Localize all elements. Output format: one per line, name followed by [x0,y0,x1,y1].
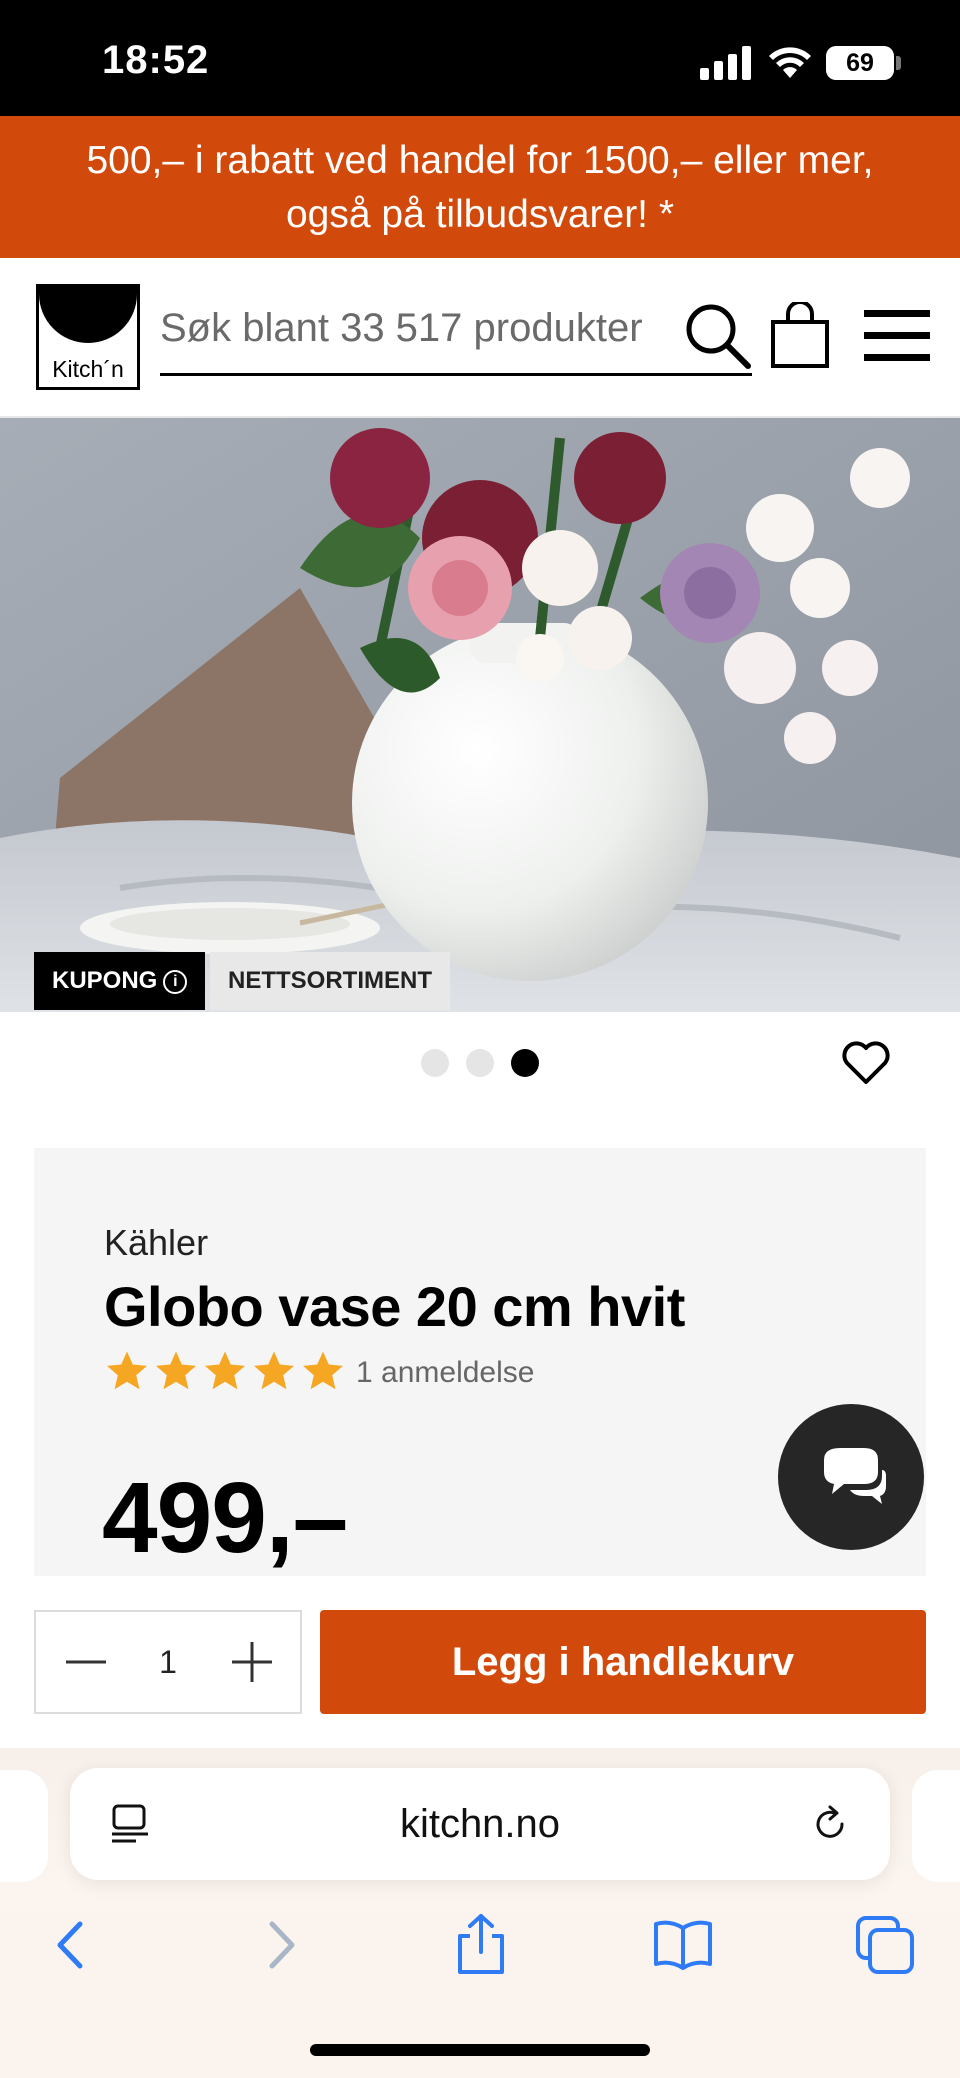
product-price: 499,– [102,1462,348,1574]
status-time: 18:52 [102,38,210,82]
star-icon [205,1351,245,1390]
search-field[interactable] [160,280,752,376]
star-icon [303,1351,343,1390]
carousel-dot-1[interactable] [421,1049,449,1077]
plus-icon[interactable] [220,1630,284,1694]
search-input[interactable] [160,298,680,358]
cellular-signal-icon [700,46,751,80]
search-icon[interactable] [682,300,752,370]
product-image[interactable] [0,418,960,1012]
battery-icon: 69 [826,46,894,80]
share-icon[interactable] [448,1912,514,1978]
status-bar: 18:52 69 [0,0,960,116]
product-brand[interactable]: Kähler [104,1222,208,1264]
star-icon [156,1351,196,1390]
bookmarks-icon[interactable] [650,1912,716,1978]
product-title: Globo vase 20 cm hvit [104,1275,685,1338]
battery-tip [896,56,901,70]
browser-toolbar: kitchn.no [0,1748,960,2078]
minus-icon[interactable] [54,1630,118,1694]
reload-icon[interactable] [808,1802,852,1846]
previous-tab-preview[interactable] [0,1770,48,1882]
add-to-cart-button[interactable]: Legg i handlekurv [320,1610,926,1714]
site-header: Kitch´n [0,258,960,418]
logo-bowl-shape [39,287,137,343]
promo-banner[interactable]: 500,– i rabatt ved handel for 1500,– ell… [0,116,960,258]
wifi-icon [769,47,811,78]
quantity-stepper: 1 [34,1610,302,1714]
product-photo-vase-with-flowers [0,418,960,1012]
next-tab-preview[interactable] [912,1770,960,1882]
star-icon [107,1351,147,1390]
review-count[interactable]: 1 anmeldelse [356,1356,534,1390]
kitchn-logo[interactable]: Kitch´n [36,284,140,390]
promo-line-2: også på tilbudsvarer! * [285,193,675,236]
kupong-badge[interactable]: KUPONG i [34,952,206,1010]
chat-bubbles-icon [824,1448,886,1504]
rating-stars[interactable] [104,1348,349,1396]
chat-button[interactable] [778,1404,924,1550]
back-chevron-icon[interactable] [40,1912,106,1978]
shopping-bag-icon[interactable] [770,302,830,368]
address-bar[interactable]: kitchn.no [70,1768,890,1880]
star-icon [254,1351,294,1390]
carousel-dot-2[interactable] [466,1049,494,1077]
logo-wordmark: Kitch´n [52,356,124,382]
promo-line-1: 500,– i rabatt ved handel for 1500,– ell… [86,139,874,182]
carousel-dot-3[interactable] [511,1049,539,1077]
quantity-value[interactable]: 1 [136,1612,200,1712]
kupong-label: KUPONG [52,967,158,994]
forward-chevron-icon[interactable] [246,1912,312,1978]
heart-icon[interactable] [840,1036,892,1088]
battery-level: 69 [846,49,874,77]
nettsortiment-badge: NETTSORTIMENT [210,952,450,1010]
page: 18:52 69 500,– i rabatt ved handel for 1… [0,0,960,2078]
info-icon[interactable]: i [163,969,188,994]
home-indicator [310,2044,650,2056]
hamburger-menu-icon[interactable] [864,308,930,364]
url-text: kitchn.no [399,1802,561,1846]
tabs-icon[interactable] [852,1912,918,1978]
